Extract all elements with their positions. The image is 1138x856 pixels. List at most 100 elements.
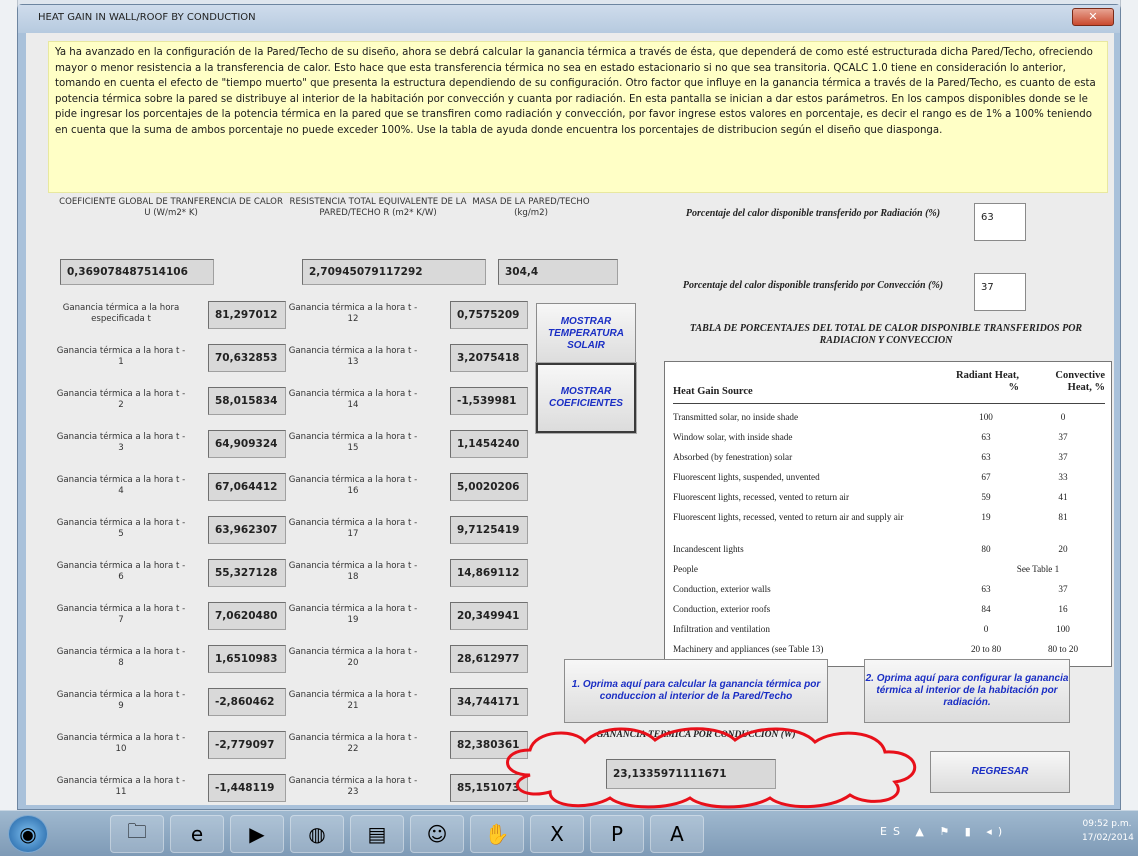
row-radiant: 59 [981,492,991,502]
calc-conduction-button[interactable]: 1. Oprima aquí para calcular la ganancia… [564,659,828,723]
gain-label: Ganancia térmica a la hora t - 5 [56,518,186,539]
gain-label: Ganancia térmica a la hora t - 10 [56,733,186,754]
gain-label: Ganancia térmica a la hora t - 4 [56,475,186,496]
gain-value: 0,7575209 [450,301,528,329]
result-label: GANANCIA TERMICA POR CONDUCCION (W) [596,730,796,740]
row-source: Fluorescent lights, recessed, vented to … [673,512,904,522]
chrome-icon[interactable]: ◍ [290,815,344,853]
gain-value: 55,327128 [208,559,286,587]
powerpoint-icon[interactable]: P [590,815,644,853]
gain-value: 5,0020206 [450,473,528,501]
radiation-percent-input[interactable]: 63 [974,203,1026,241]
gain-label: Ganancia térmica a la hora t - 7 [56,604,186,625]
row-source: Window solar, with inside shade [673,432,793,442]
row-source: People [673,564,699,574]
folder-icon[interactable]: 🗀 [110,815,164,853]
result-value: 23,1335971111671 [606,759,776,789]
gain-value: 70,632853 [208,344,286,372]
row-convective: 81 [1058,512,1068,522]
row-source: Conduction, exterior walls [673,584,771,594]
gain-label: Ganancia térmica a la hora t - 3 [56,432,186,453]
baseball-glove-icon[interactable]: ✋ [470,815,524,853]
taskbar-clock[interactable]: 09:52 p.m. 17/02/2014 [1082,817,1134,845]
gain-value: -1,539981 [450,387,528,415]
gain-value: 34,744171 [450,688,528,716]
gain-value: -1,448119 [208,774,286,802]
form-client-area: Ya ha avanzado en la configuración de la… [26,33,1114,805]
gain-value: 58,015834 [208,387,286,415]
gain-label: Ganancia térmica a la hora t - 2 [56,389,186,410]
row-radiant: See Table 1 [1016,564,1060,574]
r-total-label: RESISTENCIA TOTAL EQUIVALENTE DE LA PARE… [289,197,467,218]
row-source: Conduction, exterior roofs [673,604,771,614]
gain-label: Ganancia térmica a la hora t - 13 [288,346,418,367]
show-solair-temp-button[interactable]: MOSTRAR TEMPERATURA SOLAIR [536,303,636,365]
gain-label: Ganancia térmica a la hora t - 9 [56,690,186,711]
gain-label: Ganancia térmica a la hora t - 6 [56,561,186,582]
back-button[interactable]: REGRESAR [930,751,1070,793]
gain-value: 67,064412 [208,473,286,501]
windows-taskbar: ◉ 🗀 e ▶ ◍ ▤ ☺ ✋ X P A ES ▲ ⚑ ▮ ◂) 09:52 p.m. 17/02… [0,810,1138,856]
heat-gain-window: HEAT GAIN IN WALL/ROOF BY CONDUCTION ✕ Y… [17,4,1121,810]
gain-label: Ganancia térmica a la hora t - 17 [288,518,418,539]
show-coefficients-button[interactable]: MOSTRAR COEFICIENTES [535,362,637,434]
gain-label: Ganancia térmica a la hora t - 20 [288,647,418,668]
reference-table-title: TABLA DE PORCENTAJES DEL TOTAL DE CALOR … [689,323,1083,346]
row-convective: 0 [1060,412,1066,422]
pdf-icon[interactable]: A [650,815,704,853]
title-bar[interactable]: HEAT GAIN IN WALL/ROOF BY CONDUCTION ✕ [18,5,1120,33]
gain-value: 14,869112 [450,559,528,587]
row-convective: 41 [1058,492,1068,502]
gain-value: 63,962307 [208,516,286,544]
row-convective: 100 [1056,624,1070,634]
row-radiant: 63 [981,584,991,594]
gain-value: 81,297012 [208,301,286,329]
gain-label: Ganancia térmica a la hora t - 16 [288,475,418,496]
people-icon[interactable]: ☺ [410,815,464,853]
gain-value: 7,0620480 [208,602,286,630]
col-radiant-header: Radiant Heat, % [956,370,1019,393]
clock-date: 17/02/2014 [1082,833,1134,843]
row-radiant: 63 [981,432,991,442]
gain-value: -2,860462 [208,688,286,716]
row-convective: 16 [1058,604,1068,614]
mass-label: MASA DE LA PARED/TECHO (kg/m2) [472,197,590,218]
window-title: HEAT GAIN IN WALL/ROOF BY CONDUCTION [38,12,256,23]
clock-time: 09:52 p.m. [1082,819,1132,829]
start-orb-icon[interactable]: ◉ [8,815,48,853]
ie-icon[interactable]: e [170,815,224,853]
background-spreadsheet-right [1120,0,1138,810]
gain-label: Ganancia térmica a la hora t - 1 [56,346,186,367]
row-convective: 37 [1058,432,1068,442]
gain-label: Ganancia térmica a la hora t - 18 [288,561,418,582]
gain-label: Ganancia térmica a la hora t - 15 [288,432,418,453]
convection-percent-input[interactable]: 37 [974,273,1026,311]
gain-value: 20,349941 [450,602,528,630]
system-tray[interactable]: ES ▲ ⚑ ▮ ◂) [880,825,1008,838]
background-spreadsheet-left [0,0,18,810]
intro-text: Ya ha avanzado en la configuración de la… [48,41,1108,193]
gain-value: 82,380361 [450,731,528,759]
row-source: Incandescent lights [673,544,744,554]
gain-value: 3,2075418 [450,344,528,372]
gain-label: Ganancia térmica a la hora t - 14 [288,389,418,410]
gain-value: 64,909324 [208,430,286,458]
reference-table: Heat Gain Source Radiant Heat, % Convect… [664,361,1112,667]
media-icon[interactable]: ▶ [230,815,284,853]
excel-icon[interactable]: X [530,815,584,853]
gain-value: 85,151073 [450,774,528,802]
close-button[interactable]: ✕ [1072,8,1114,26]
row-convective: 20 [1058,544,1068,554]
tray-language[interactable]: ES [880,825,906,838]
row-convective: 37 [1058,584,1068,594]
notes-icon[interactable]: ▤ [350,815,404,853]
r-total-value: 2,70945079117292 [302,259,486,285]
row-convective: 37 [1058,452,1068,462]
config-radiation-button[interactable]: 2. Oprima aquí para configurar la gananc… [864,659,1070,723]
mass-value: 304,4 [498,259,618,285]
col-source-header: Heat Gain Source [673,386,753,397]
row-source: Machinery and appliances (see Table 13) [673,644,824,654]
row-convective: 33 [1058,472,1068,482]
row-radiant: 20 to 80 [970,644,1002,654]
row-source: Fluorescent lights, recessed, vented to … [673,492,850,502]
